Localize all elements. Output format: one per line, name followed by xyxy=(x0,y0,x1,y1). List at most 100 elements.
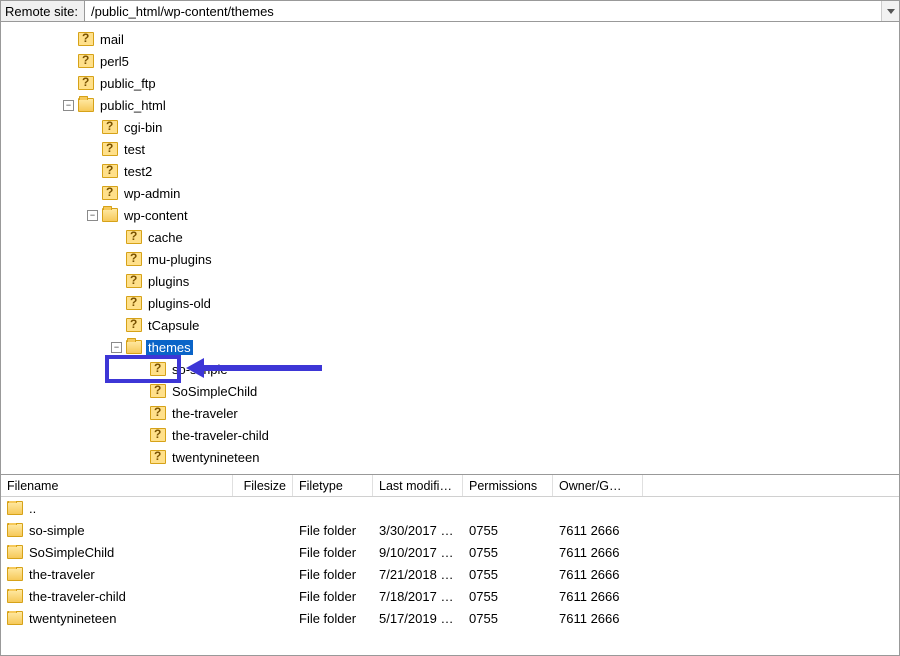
tree-node-label[interactable]: public_ftp xyxy=(98,76,158,91)
tree-toggle-placeholder xyxy=(87,166,98,177)
tree-node-label[interactable]: public_html xyxy=(98,98,168,113)
column-header-permissions[interactable]: Permissions xyxy=(463,475,553,496)
unknown-icon xyxy=(102,164,118,178)
tree-node[interactable]: plugins xyxy=(1,270,899,292)
tree-node-label[interactable]: mail xyxy=(98,32,126,47)
tree-node[interactable]: − wp-content xyxy=(1,204,899,226)
cell-modified: 5/17/2019 … xyxy=(373,611,463,626)
folder-icon xyxy=(78,98,94,112)
cell-owner: 7611 2666 xyxy=(553,523,643,538)
tree-node[interactable]: cache xyxy=(1,226,899,248)
tree-node-label[interactable]: the-traveler-child xyxy=(170,428,271,443)
file-row[interactable]: so-simpleFile folder3/30/2017 …07557611 … xyxy=(1,519,899,541)
unknown-icon xyxy=(78,54,94,68)
unknown-icon xyxy=(150,384,166,398)
tree-node-label[interactable]: mu-plugins xyxy=(146,252,214,267)
cell-modified: 9/10/2017 … xyxy=(373,545,463,560)
cell-owner: 7611 2666 xyxy=(553,611,643,626)
unknown-icon xyxy=(150,362,166,376)
tree-node[interactable]: test2 xyxy=(1,160,899,182)
file-name: the-traveler xyxy=(29,567,95,582)
tree-node-label[interactable]: wp-content xyxy=(122,208,190,223)
tree-node[interactable]: twentynineteen xyxy=(1,446,899,468)
tree-toggle-placeholder xyxy=(135,430,146,441)
tree-node[interactable]: the-traveler xyxy=(1,402,899,424)
tree-node[interactable]: wp-admin xyxy=(1,182,899,204)
tree-node-label[interactable]: test2 xyxy=(122,164,154,179)
path-dropdown-button[interactable] xyxy=(881,1,899,21)
tree-toggle-placeholder xyxy=(111,232,122,243)
cell-filetype: File folder xyxy=(293,589,373,604)
tree-node-label[interactable]: cgi-bin xyxy=(122,120,164,135)
tree-node[interactable]: mu-plugins xyxy=(1,248,899,270)
tree-node[interactable]: cgi-bin xyxy=(1,116,899,138)
unknown-icon xyxy=(102,142,118,156)
file-name: so-simple xyxy=(29,523,85,538)
tree-node-label[interactable]: themes xyxy=(146,340,193,355)
file-row[interactable]: SoSimpleChildFile folder9/10/2017 …07557… xyxy=(1,541,899,563)
tree-toggle-placeholder xyxy=(135,452,146,463)
tree-node[interactable]: − public_html xyxy=(1,94,899,116)
remote-site-label: Remote site: xyxy=(1,1,85,21)
file-row[interactable]: the-traveler-childFile folder7/18/2017 …… xyxy=(1,585,899,607)
tree-node[interactable]: mail xyxy=(1,28,899,50)
tree-toggle[interactable]: − xyxy=(63,100,74,111)
tree-node-label[interactable]: plugins xyxy=(146,274,191,289)
unknown-icon xyxy=(102,120,118,134)
tree-node-label[interactable]: SoSimpleChild xyxy=(170,384,259,399)
cell-owner: 7611 2666 xyxy=(553,589,643,604)
chevron-down-icon xyxy=(887,9,895,14)
tree-node-label[interactable]: wp-admin xyxy=(122,186,182,201)
cell-perm: 0755 xyxy=(463,523,553,538)
parent-directory-row[interactable]: .. xyxy=(1,497,899,519)
tree-toggle-placeholder xyxy=(135,364,146,375)
tree-toggle-placeholder xyxy=(63,34,74,45)
tree-toggle[interactable]: − xyxy=(87,210,98,221)
tree-node-label[interactable]: twentynineteen xyxy=(170,450,261,465)
file-list-header: Filename Filesize Filetype Last modifi… … xyxy=(1,475,899,497)
tree-node-label[interactable]: so-simple xyxy=(170,362,230,377)
tree-node-label[interactable]: the-traveler xyxy=(170,406,240,421)
tree-node-label[interactable]: plugins-old xyxy=(146,296,213,311)
column-header-modified[interactable]: Last modifi… xyxy=(373,475,463,496)
unknown-icon xyxy=(150,406,166,420)
tree-toggle[interactable]: − xyxy=(111,342,122,353)
tree-node-label[interactable]: perl5 xyxy=(98,54,131,69)
tree-node-label[interactable]: cache xyxy=(146,230,185,245)
tree-node[interactable]: the-traveler-child xyxy=(1,424,899,446)
tree-toggle-placeholder xyxy=(87,144,98,155)
file-row[interactable]: twentynineteenFile folder5/17/2019 …0755… xyxy=(1,607,899,629)
file-name: SoSimpleChild xyxy=(29,545,114,560)
cell-perm: 0755 xyxy=(463,545,553,560)
tree-node[interactable]: plugins-old xyxy=(1,292,899,314)
folder-icon xyxy=(126,340,142,354)
column-header-filename[interactable]: Filename xyxy=(1,475,233,496)
tree-node-label[interactable]: tCapsule xyxy=(146,318,201,333)
tree-node-label[interactable]: test xyxy=(122,142,147,157)
column-header-filetype[interactable]: Filetype xyxy=(293,475,373,496)
unknown-icon xyxy=(150,450,166,464)
tree-node[interactable]: public_ftp xyxy=(1,72,899,94)
cell-owner: 7611 2666 xyxy=(553,545,643,560)
cell-filetype: File folder xyxy=(293,611,373,626)
remote-path-input[interactable] xyxy=(85,1,881,21)
tree-node[interactable]: − themes xyxy=(1,336,899,358)
unknown-icon xyxy=(126,230,142,244)
tree-node[interactable]: SoSimpleChild xyxy=(1,380,899,402)
unknown-icon xyxy=(126,318,142,332)
tree-toggle-placeholder xyxy=(63,78,74,89)
column-header-filesize[interactable]: Filesize xyxy=(233,475,293,496)
remote-tree-pane[interactable]: mail perl5 public_ftp − public_html cgi-bin te… xyxy=(1,22,899,474)
tree-node[interactable]: so-simple xyxy=(1,358,899,380)
column-header-owner[interactable]: Owner/G… xyxy=(553,475,643,496)
cell-filetype: File folder xyxy=(293,567,373,582)
folder-icon xyxy=(7,545,23,559)
tree-node[interactable]: perl5 xyxy=(1,50,899,72)
tree-toggle-placeholder xyxy=(87,122,98,133)
tree-node[interactable]: tCapsule xyxy=(1,314,899,336)
folder-icon xyxy=(7,523,23,537)
unknown-icon xyxy=(78,76,94,90)
file-row[interactable]: the-travelerFile folder7/21/2018 …075576… xyxy=(1,563,899,585)
unknown-icon xyxy=(126,252,142,266)
tree-node[interactable]: test xyxy=(1,138,899,160)
